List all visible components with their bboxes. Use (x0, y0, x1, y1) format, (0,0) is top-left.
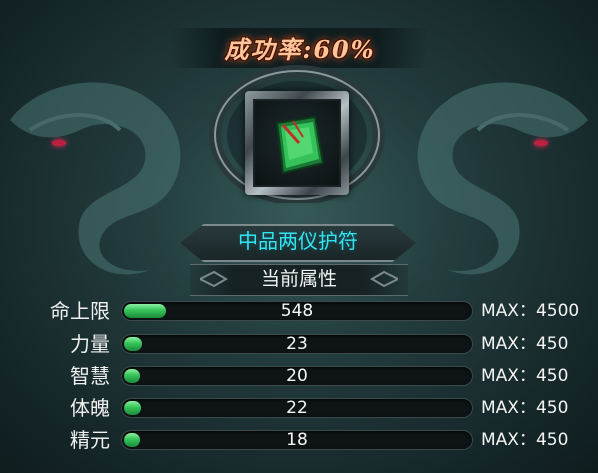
success-rate-text: 成功率:60% (224, 35, 376, 64)
stat-row-strength: 力量 23 MAX：450 (0, 330, 598, 358)
item-slot-inner (253, 99, 341, 187)
item-name: 中品两仪护符 (238, 229, 358, 253)
stat-value: 22 (286, 398, 308, 418)
stat-max: MAX：450 (481, 366, 569, 386)
stat-label: 体魄 (70, 396, 110, 420)
stat-max: MAX：450 (481, 430, 569, 450)
jade-amulet-icon (275, 115, 325, 175)
dragon-eye-left (52, 140, 66, 146)
stat-max: MAX：450 (481, 398, 569, 418)
dragon-eye-right (534, 140, 548, 146)
attributes-title: 当前属性 (260, 268, 337, 290)
item-slot[interactable] (245, 91, 349, 195)
upgrade-panel: 成功率:60% 中品两仪护符 当前属性 命上限 548 MAX：4500 力量 … (0, 0, 598, 473)
stat-row-hp-limit: 命上限 548 MAX：4500 (0, 297, 598, 325)
stat-label: 智慧 (70, 364, 110, 388)
stat-label: 精元 (70, 428, 110, 452)
stat-value: 18 (286, 430, 308, 450)
stat-max: MAX：450 (481, 334, 569, 354)
stat-row-physique: 体魄 22 MAX：450 (0, 394, 598, 422)
stat-max: MAX：4500 (481, 301, 580, 321)
stat-label: 力量 (70, 332, 110, 356)
dragon-left-decoration (10, 82, 181, 275)
stat-row-wisdom: 智慧 20 MAX：450 (0, 362, 598, 390)
stat-label: 命上限 (50, 299, 110, 323)
stat-row-essence: 精元 18 MAX：450 (0, 426, 598, 454)
stat-value: 20 (286, 366, 308, 386)
stat-value: 548 (280, 301, 314, 321)
stat-value: 23 (286, 334, 308, 354)
dragon-right-decoration (417, 82, 588, 275)
